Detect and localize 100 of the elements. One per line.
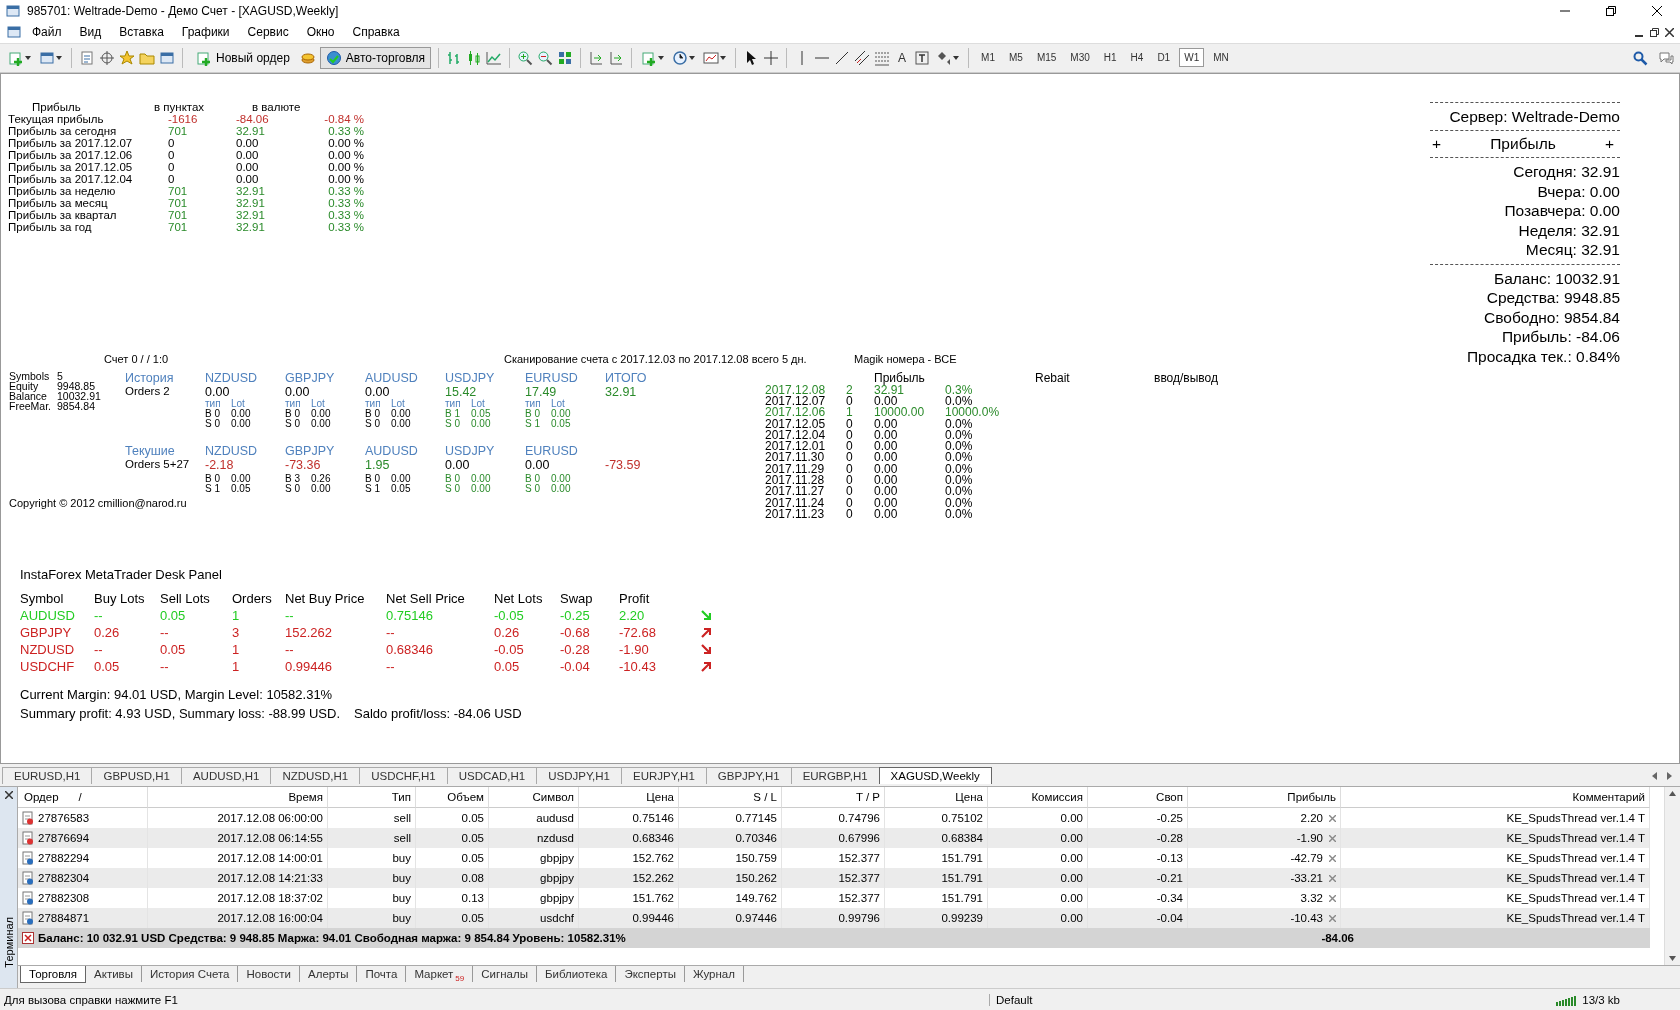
- buy-count: B 0: [205, 473, 221, 484]
- chart-tab[interactable]: USDCHF,H1: [359, 767, 448, 785]
- chart-tab[interactable]: EURGBP,H1: [790, 767, 880, 785]
- left-arrow-icon[interactable]: [1652, 772, 1657, 781]
- window-icon[interactable]: [39, 49, 55, 66]
- timeframe-button[interactable]: M30: [1065, 48, 1095, 68]
- symbol-name: NZDUSD: [205, 443, 259, 458]
- terminal-tab[interactable]: Почта: [357, 966, 407, 983]
- terminal-tab[interactable]: Сигналы: [473, 966, 537, 983]
- terminal-tab[interactable]: Алерты: [300, 966, 358, 983]
- shapes-icon[interactable]: [936, 49, 953, 66]
- zoom-out-icon[interactable]: [537, 49, 554, 66]
- timeframe-button[interactable]: W1: [1179, 48, 1205, 68]
- chart-tab[interactable]: USDCAD,H1: [446, 767, 538, 785]
- terminal-tab[interactable]: Эксперты: [616, 966, 685, 983]
- chat-icon[interactable]: [1658, 49, 1674, 66]
- new-order-button[interactable]: Новый ордер: [190, 46, 296, 69]
- column-header[interactable]: Цена: [579, 787, 679, 809]
- column-header[interactable]: Комиссия: [988, 787, 1088, 809]
- chart-tab[interactable]: GBPUSD,H1: [91, 767, 182, 785]
- column-header[interactable]: Цена: [885, 787, 988, 809]
- close-icon[interactable]: [1652, 6, 1662, 16]
- close-icon[interactable]: [1665, 27, 1674, 37]
- column-header[interactable]: S / L: [679, 787, 782, 809]
- chart-tab[interactable]: XAGUSD,Weekly: [878, 767, 992, 785]
- chart-tab[interactable]: USDJPY,H1: [536, 767, 623, 785]
- candlestick-icon[interactable]: [466, 49, 483, 66]
- percent-value: 0.33 %: [327, 124, 364, 137]
- search-icon[interactable]: [1632, 49, 1648, 66]
- close-icon[interactable]: [4, 791, 13, 800]
- chart-tab[interactable]: EURUSD,H1: [2, 767, 93, 785]
- column-header[interactable]: Комментарий: [1341, 787, 1650, 809]
- down-arrow-icon[interactable]: [1669, 956, 1676, 962]
- timeframe-button[interactable]: MN: [1208, 48, 1234, 68]
- timeframe-button[interactable]: H4: [1125, 48, 1149, 68]
- close-order-icon[interactable]: [1329, 834, 1336, 842]
- chart-tab[interactable]: EURJPY,H1: [621, 767, 707, 785]
- text-tool[interactable]: A: [894, 50, 911, 65]
- channel-icon[interactable]: [854, 49, 871, 66]
- caret-icon[interactable]: [25, 55, 31, 60]
- timeframe-button[interactable]: M5: [1004, 48, 1028, 68]
- menu-item[interactable]: Графики: [173, 23, 238, 42]
- menu-item[interactable]: Справка: [344, 23, 408, 42]
- chart-shift-icon[interactable]: [608, 49, 625, 66]
- scroll-chart-icon[interactable]: [588, 49, 605, 66]
- line-chart-icon[interactable]: [486, 49, 503, 66]
- terminal-tab[interactable]: История Счета: [141, 966, 239, 983]
- terminal-tab[interactable]: Активы: [86, 966, 142, 983]
- caret-icon[interactable]: [658, 55, 665, 60]
- chart-tab[interactable]: NZDUSD,H1: [270, 767, 361, 785]
- autotrading-button[interactable]: Авто-торговля: [319, 46, 432, 69]
- column-header[interactable]: Прибыль: [1188, 787, 1341, 809]
- text-label-icon[interactable]: [914, 49, 931, 66]
- column-header[interactable]: Время: [148, 787, 328, 809]
- scrollbar[interactable]: [1664, 787, 1680, 966]
- timeframe-button[interactable]: M15: [1031, 48, 1062, 68]
- tile-windows-icon[interactable]: [557, 49, 574, 66]
- close-order-icon[interactable]: [1329, 854, 1336, 862]
- zoom-in-icon[interactable]: [517, 49, 534, 66]
- menu-item[interactable]: Вид: [71, 23, 110, 42]
- star-icon[interactable]: [119, 49, 135, 66]
- chart-tab[interactable]: AUDUSD,H1: [180, 767, 272, 785]
- timeframe-button[interactable]: M1: [976, 48, 1000, 68]
- chart-tab[interactable]: GBPJPY,H1: [705, 767, 792, 785]
- day-profit: 0.00: [874, 475, 899, 487]
- column-header[interactable]: Объем: [416, 787, 489, 809]
- close-order-icon[interactable]: [1329, 894, 1336, 902]
- column-header[interactable]: Своп: [1088, 787, 1188, 809]
- restore-icon[interactable]: [1606, 6, 1616, 16]
- menu-item[interactable]: Файл: [24, 23, 70, 42]
- crosshair-icon[interactable]: [99, 49, 115, 66]
- right-arrow-icon[interactable]: [1667, 772, 1672, 781]
- timeframe-button[interactable]: H1: [1098, 48, 1122, 68]
- close-order-icon[interactable]: [1329, 914, 1336, 922]
- caret-icon[interactable]: [720, 55, 727, 60]
- trendline-icon[interactable]: [834, 49, 851, 66]
- column-header[interactable]: Тип: [328, 787, 416, 809]
- close-order-icon[interactable]: [1329, 874, 1336, 882]
- restore-icon[interactable]: [1650, 27, 1659, 37]
- terminal-tab[interactable]: Новости: [238, 966, 300, 983]
- column-header[interactable]: Ордер: [24, 787, 59, 808]
- terminal-tab[interactable]: Библиотека: [536, 966, 617, 983]
- clock-icon[interactable]: [672, 49, 689, 66]
- menu-item[interactable]: Окно: [298, 23, 343, 42]
- menu-item[interactable]: Вставка: [111, 23, 172, 42]
- terminal-tab[interactable]: Торговля: [20, 966, 87, 984]
- up-arrow-icon[interactable]: [1669, 791, 1676, 797]
- column-header[interactable]: Символ: [489, 787, 579, 809]
- window-title: 985701: Weltrade-Demo - Демо Счет - [XAGUSD,Weekly]: [27, 4, 340, 18]
- caret-icon[interactable]: [953, 55, 960, 60]
- close-order-icon[interactable]: [1329, 814, 1336, 822]
- account-line: Средства: 9948.85: [1485, 288, 1620, 308]
- terminal-tab[interactable]: Журнал: [684, 966, 744, 983]
- menu-item[interactable]: Сервис: [239, 23, 297, 42]
- timeframe-button[interactable]: D1: [1152, 48, 1176, 68]
- caret-icon[interactable]: [56, 55, 62, 60]
- column-header[interactable]: T / P: [782, 787, 885, 809]
- caret-icon[interactable]: [689, 55, 696, 60]
- plus-icon[interactable]: [196, 49, 212, 66]
- window-icon[interactable]: [159, 49, 175, 66]
